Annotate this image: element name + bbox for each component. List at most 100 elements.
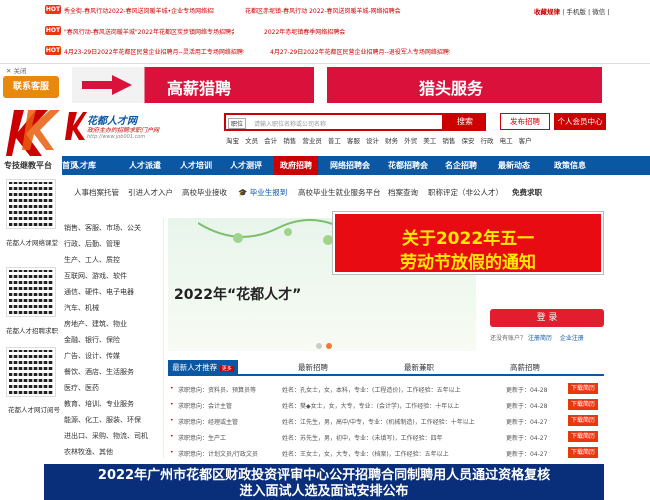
hot-keyword[interactable]: 设计	[366, 137, 379, 145]
slider-dot[interactable]	[316, 343, 322, 349]
site-logo[interactable]: 花都人才网 政府主办的招聘求职门户网 http://www.job001.com	[65, 112, 215, 148]
category-item[interactable]: 行政、后勤、管理	[64, 239, 120, 249]
separator: |	[607, 8, 610, 16]
row-intent: 求职意向：生产工	[178, 435, 227, 442]
category-item[interactable]: 医疗、医药	[64, 383, 99, 393]
hot-keyword[interactable]: 财务	[385, 137, 398, 145]
tab-latest-talent[interactable]: 最新人才推荐 更多	[168, 360, 238, 376]
corp-register-link[interactable]: 企业注册	[560, 335, 584, 342]
category-item[interactable]: 销售、客服、市场、公关	[64, 223, 141, 233]
category-item[interactable]: 汽车、机械	[64, 303, 99, 313]
banner-high-salary[interactable]: 高薪猎聘	[72, 67, 314, 103]
hot-badge: HOT	[45, 5, 61, 14]
hot-keyword[interactable]: 销售	[442, 137, 455, 145]
table-row[interactable]: • 求职意向：计划文员/行政文员 姓名：王女士，女，大专，专业：(档案)，工作经…	[170, 447, 606, 460]
hot-keyword[interactable]: 外贸	[404, 137, 417, 145]
download-resume-button[interactable]: 下载简历	[568, 383, 598, 394]
nav-dispatch[interactable]: 人才派遣	[129, 156, 161, 175]
tab-part-time[interactable]: 最新兼职	[384, 360, 454, 376]
platform-logo-icon[interactable]	[6, 106, 62, 160]
announcement-link[interactable]: 花都区赤坭镇-春风行动 2022-春风送岗暖羊城-网络招聘会	[245, 6, 401, 15]
announcement-link[interactable]: 2022年赤坭镇春季网络招聘会	[264, 27, 384, 36]
hot-keyword[interactable]: 淘宝	[226, 137, 239, 145]
nav-training[interactable]: 人才培训	[180, 156, 212, 175]
download-resume-button[interactable]: 下载简历	[568, 415, 598, 426]
announcement-link[interactable]: 4月27-29日2022年花都区民营企业招聘月--退役军人专场网络招聘会	[270, 47, 450, 56]
subnav-graduate[interactable]: 高校毕业接收	[182, 187, 227, 198]
category-item[interactable]: 农林牧渔、其他	[64, 447, 113, 457]
category-item[interactable]: 生产、工人、质控	[64, 255, 120, 265]
more-badge[interactable]: 更多	[219, 366, 234, 372]
no-account-text: 还没有账户？	[490, 335, 527, 342]
subnav-import[interactable]: 引进人才入户	[128, 187, 173, 198]
bottom-notice-banner[interactable]: 2022年广州市花都区财政投资评审中心公开招聘合同制聘用人员通过资格复核 进入面…	[44, 464, 604, 500]
table-row[interactable]: • 求职意向：会计主管 姓名：樊◆女士，女，大专，专业：(会计学)，工作经验：十…	[170, 399, 606, 412]
subnav-query[interactable]: 档案查询	[388, 187, 418, 198]
member-center-button[interactable]: 个人会员中心	[554, 113, 606, 130]
hot-keyword[interactable]: 美工	[423, 137, 436, 145]
hot-keyword[interactable]: 客服	[347, 137, 360, 145]
table-row[interactable]: • 求职意向：生产工 姓名：苏先生，男，初中，专业：(未填写)，工作经验：四年 …	[170, 431, 606, 444]
qr-label: 花都人才网络课堂	[6, 239, 58, 247]
tab-latest-jobs[interactable]: 最新招聘	[278, 360, 348, 376]
holiday-notice-popup[interactable]: 关于2022年五一 劳动节放假的通知	[333, 212, 603, 274]
tab-high-salary[interactable]: 高薪招聘	[490, 360, 560, 376]
download-resume-button[interactable]: 下载简历	[568, 399, 598, 410]
row-date: 更新于：04-27	[506, 435, 548, 442]
search-type-select[interactable]: 职位	[228, 118, 247, 129]
announcement-link[interactable]: 4月23-29日2022年花都区民营企业招聘月--灵活用工专场网络招聘会	[64, 47, 244, 56]
category-item[interactable]: 广告、设计、传媒	[64, 351, 120, 361]
hot-keyword[interactable]: 文员	[245, 137, 258, 145]
category-item[interactable]: 通信、硬件、电子电器	[64, 287, 134, 297]
mobile-link[interactable]: 手机版	[566, 8, 586, 16]
search-box: 职位 请输入职位名称或公司名称	[224, 113, 444, 131]
hot-keyword[interactable]: 电工	[500, 137, 513, 145]
login-button[interactable]: 登 录	[490, 309, 604, 327]
table-row[interactable]: • 求职意向：经理或主管 姓名：江先生，男，高中/中专，专业：(机械制造)，工作…	[170, 415, 606, 428]
download-resume-button[interactable]: 下载简历	[568, 447, 598, 458]
customer-service-button[interactable]: 联系客服	[3, 76, 59, 98]
banner-headhunter[interactable]: 猎头服务	[327, 67, 602, 103]
nav-policy[interactable]: 政策信息	[554, 156, 586, 175]
hot-keyword[interactable]: 销售	[283, 137, 296, 145]
category-item[interactable]: 能源、化工、服装、环保	[64, 415, 141, 425]
slider-dot-active[interactable]	[326, 343, 332, 349]
subnav-platform[interactable]: 高校毕业生就业服务平台	[298, 187, 381, 198]
table-row[interactable]: • 求职意向：资料员、预算员等 姓名：孔女士，女，本科，专业：(工程造价)，工作…	[170, 383, 606, 396]
subnav-free[interactable]: 免费求职	[512, 187, 542, 198]
nav-assessment[interactable]: 人才测评	[230, 156, 262, 175]
hot-keyword[interactable]: 保安	[461, 137, 474, 145]
publish-job-button[interactable]: 发布招聘	[500, 113, 550, 130]
nav-famous[interactable]: 名企招聘	[445, 156, 477, 175]
hot-keyword[interactable]: 客户	[519, 137, 532, 145]
favorite-link[interactable]: 收藏规律	[534, 8, 560, 16]
category-item[interactable]: 金融、银行、保险	[64, 335, 120, 345]
close-float-button[interactable]: ✕ 关闭	[6, 65, 27, 75]
login-links: 还没有账户？ 注册简历 企业注册	[490, 333, 584, 342]
nav-gov-recruit[interactable]: 政府招聘	[274, 156, 318, 175]
category-item[interactable]: 教育、培训、专业服务	[64, 399, 134, 409]
search-button[interactable]: 搜索	[444, 113, 486, 131]
category-item[interactable]: 互联网、游戏、软件	[64, 271, 127, 281]
announcement-link[interactable]: 秀全街-春风行动2022-春风送岗暖羊城•企业专场网络招聘会	[64, 6, 214, 15]
qr-code-icon	[6, 267, 56, 317]
subnav-report[interactable]: 🎓 毕业生报到	[238, 187, 287, 198]
announcement-link[interactable]: "春风行动-春风送岗暖羊城"2022年花都区炭步镇网络专场招聘会	[64, 27, 234, 36]
register-resume-link[interactable]: 注册简历	[528, 335, 552, 342]
nav-online-fair[interactable]: 网络招聘会	[330, 156, 370, 175]
download-resume-button[interactable]: 下载简历	[568, 431, 598, 442]
nav-news[interactable]: 最新动态	[498, 156, 530, 175]
category-item[interactable]: 进出口、采购、物流、司机	[64, 431, 148, 441]
wechat-link[interactable]: 微信	[592, 8, 605, 16]
nav-talent-pool[interactable]: 人才库	[72, 156, 96, 175]
hot-keyword[interactable]: 会计	[264, 137, 277, 145]
category-item[interactable]: 房地产、建筑、物业	[64, 319, 127, 329]
subnav-archive[interactable]: 人事档案托管	[74, 187, 119, 198]
category-item[interactable]: 餐饮、酒店、生活服务	[64, 367, 134, 377]
hot-keyword[interactable]: 普工	[328, 137, 341, 145]
hot-keyword[interactable]: 行政	[481, 137, 494, 145]
subnav-title[interactable]: 职称评定（非公人才）	[428, 187, 503, 198]
hot-keyword[interactable]: 营业员	[302, 137, 322, 145]
nav-huadu-fair[interactable]: 花都招聘会	[388, 156, 428, 175]
search-input[interactable]: 请输入职位名称或公司名称	[254, 119, 326, 128]
